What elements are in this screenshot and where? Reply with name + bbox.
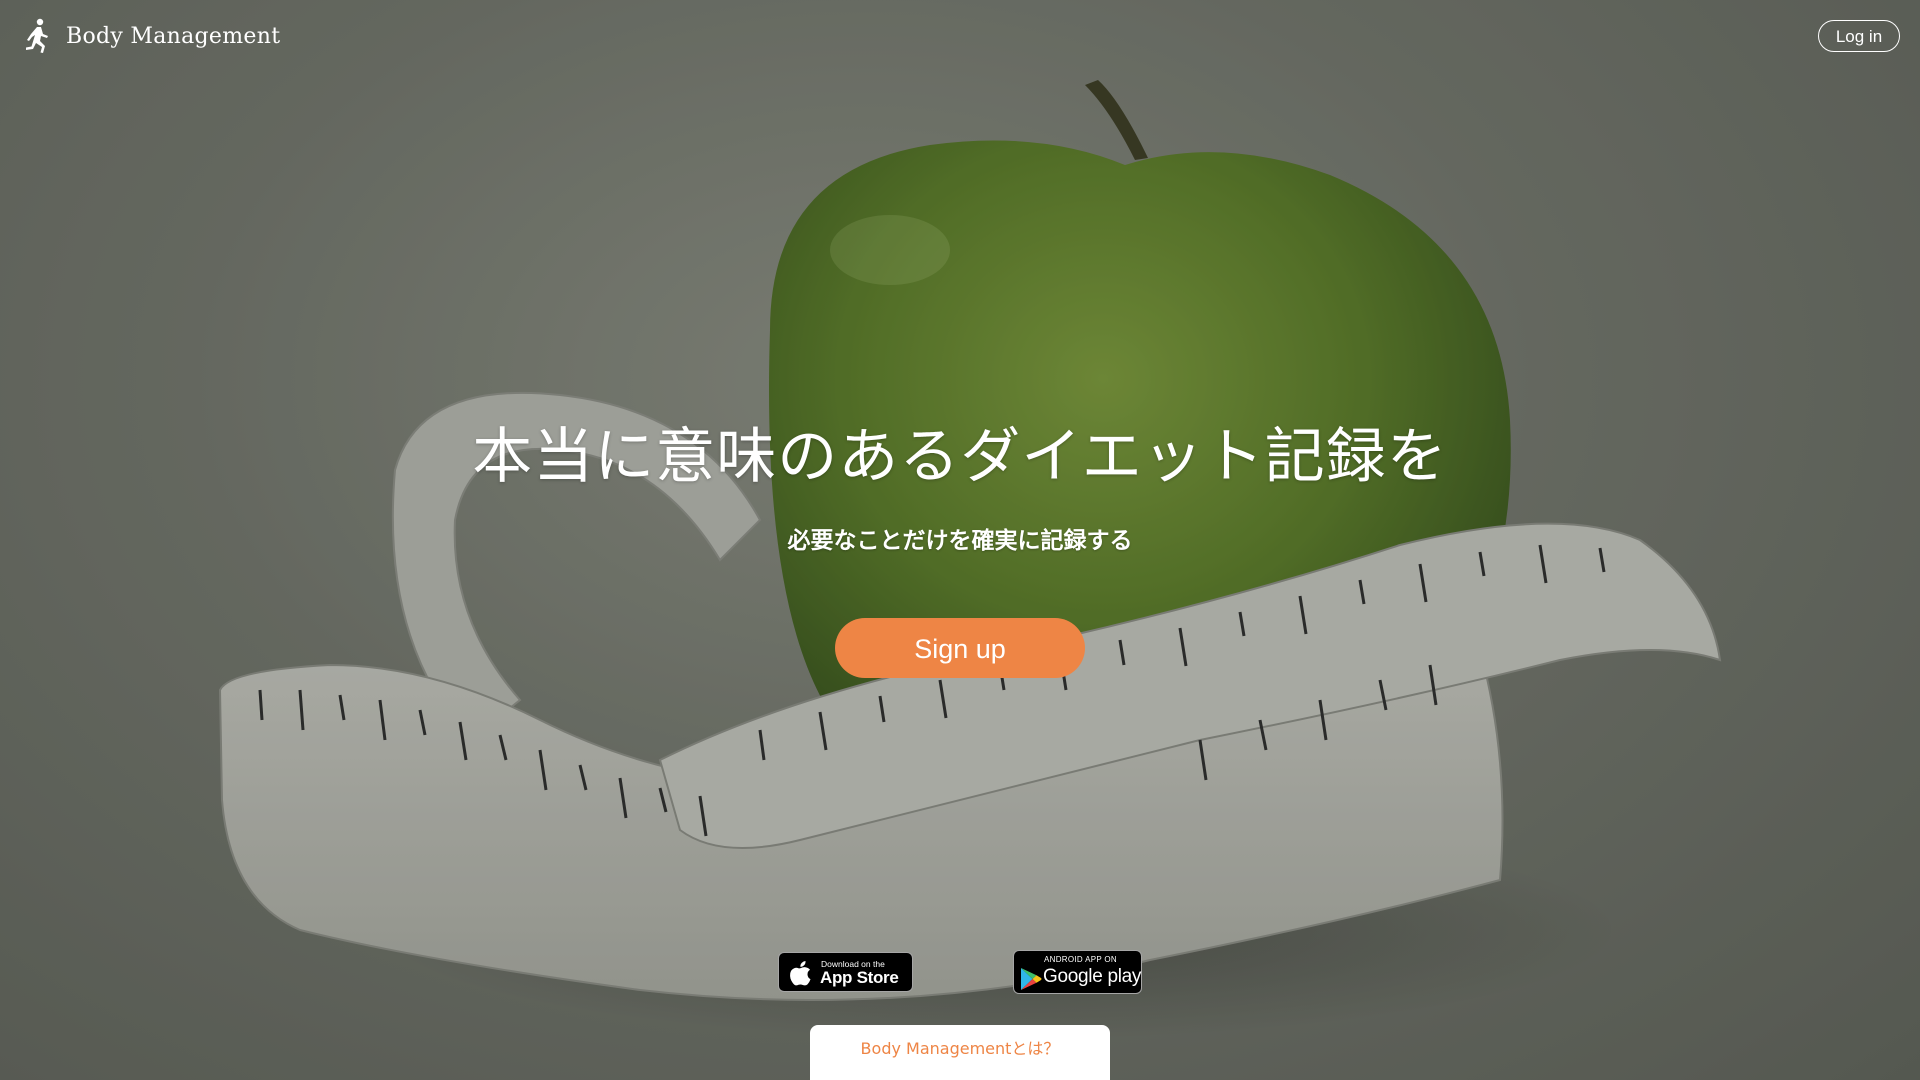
brand-name: Body Management (66, 23, 281, 49)
google-play-badge[interactable]: ANDROID APP ON Google play (1013, 950, 1142, 994)
signup-button[interactable]: Sign up (835, 618, 1085, 678)
hero-subheadline: 必要なことだけを確実に記録する (787, 528, 1133, 554)
google-play-icon (1021, 968, 1042, 990)
brand-logo-link[interactable]: Body Management (22, 18, 280, 54)
google-play-small-text: ANDROID APP ON (1044, 955, 1117, 964)
top-navigation-bar: Body Management Log in (0, 0, 1920, 72)
apple-icon (790, 961, 811, 986)
login-button[interactable]: Log in (1818, 20, 1900, 52)
about-tab-link[interactable]: Body Managementとは？ (810, 1025, 1110, 1080)
app-store-big-text: App Store (820, 968, 899, 987)
runner-icon (26, 18, 48, 53)
hero-headline: 本当に意味のあるダイエット記録を (472, 422, 1448, 492)
app-store-badge[interactable]: Download on the App Store (778, 952, 913, 992)
hero-section: Body Management Log in 本当に意味のあるダイエット記録を … (0, 0, 1920, 1080)
google-play-big-text: Google play (1043, 966, 1142, 987)
